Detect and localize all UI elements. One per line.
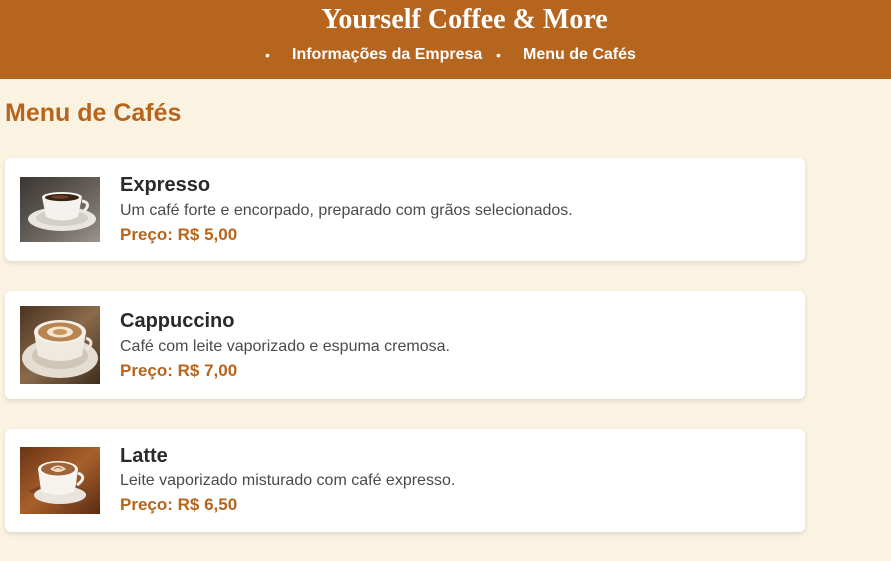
coffee-description: Leite vaporizado misturado com café expr… xyxy=(120,472,456,489)
coffee-name: Expresso xyxy=(120,174,211,196)
coffee-description: Café com leite vaporizado e espuma cremo… xyxy=(120,338,450,355)
page-title: Menu de Cafés xyxy=(5,99,182,127)
site-title: Yourself Coffee & More xyxy=(321,4,608,35)
nav-bullet: • xyxy=(265,47,270,63)
coffee-price: Preço: R$ 7,00 xyxy=(120,361,238,380)
espresso-image xyxy=(20,177,100,242)
main-nav: • Informações da Empresa • Menu de Cafés xyxy=(0,44,891,66)
coffee-price: Preço: R$ 6,50 xyxy=(120,495,238,514)
menu-item-card: Latte Leite vaporizado misturado com caf… xyxy=(5,429,805,532)
coffee-name: Latte xyxy=(120,445,168,467)
coffee-price: Preço: R$ 5,00 xyxy=(120,225,238,244)
latte-image xyxy=(20,447,100,514)
menu-item-card: Expresso Um café forte e encorpado, prep… xyxy=(5,158,805,261)
nav-item-coffee-menu[interactable]: Menu de Cafés xyxy=(523,44,636,66)
menu-item-card: Cappuccino Café com leite vaporizado e e… xyxy=(5,291,805,399)
cappuccino-image xyxy=(20,306,100,384)
coffee-description: Um café forte e encorpado, preparado com… xyxy=(120,202,573,219)
site-header: Yourself Coffee & More • Informações da … xyxy=(0,0,891,79)
nav-bullet: • xyxy=(496,47,501,63)
coffee-name: Cappuccino xyxy=(120,310,235,332)
nav-item-company-info[interactable]: Informações da Empresa xyxy=(292,44,482,66)
